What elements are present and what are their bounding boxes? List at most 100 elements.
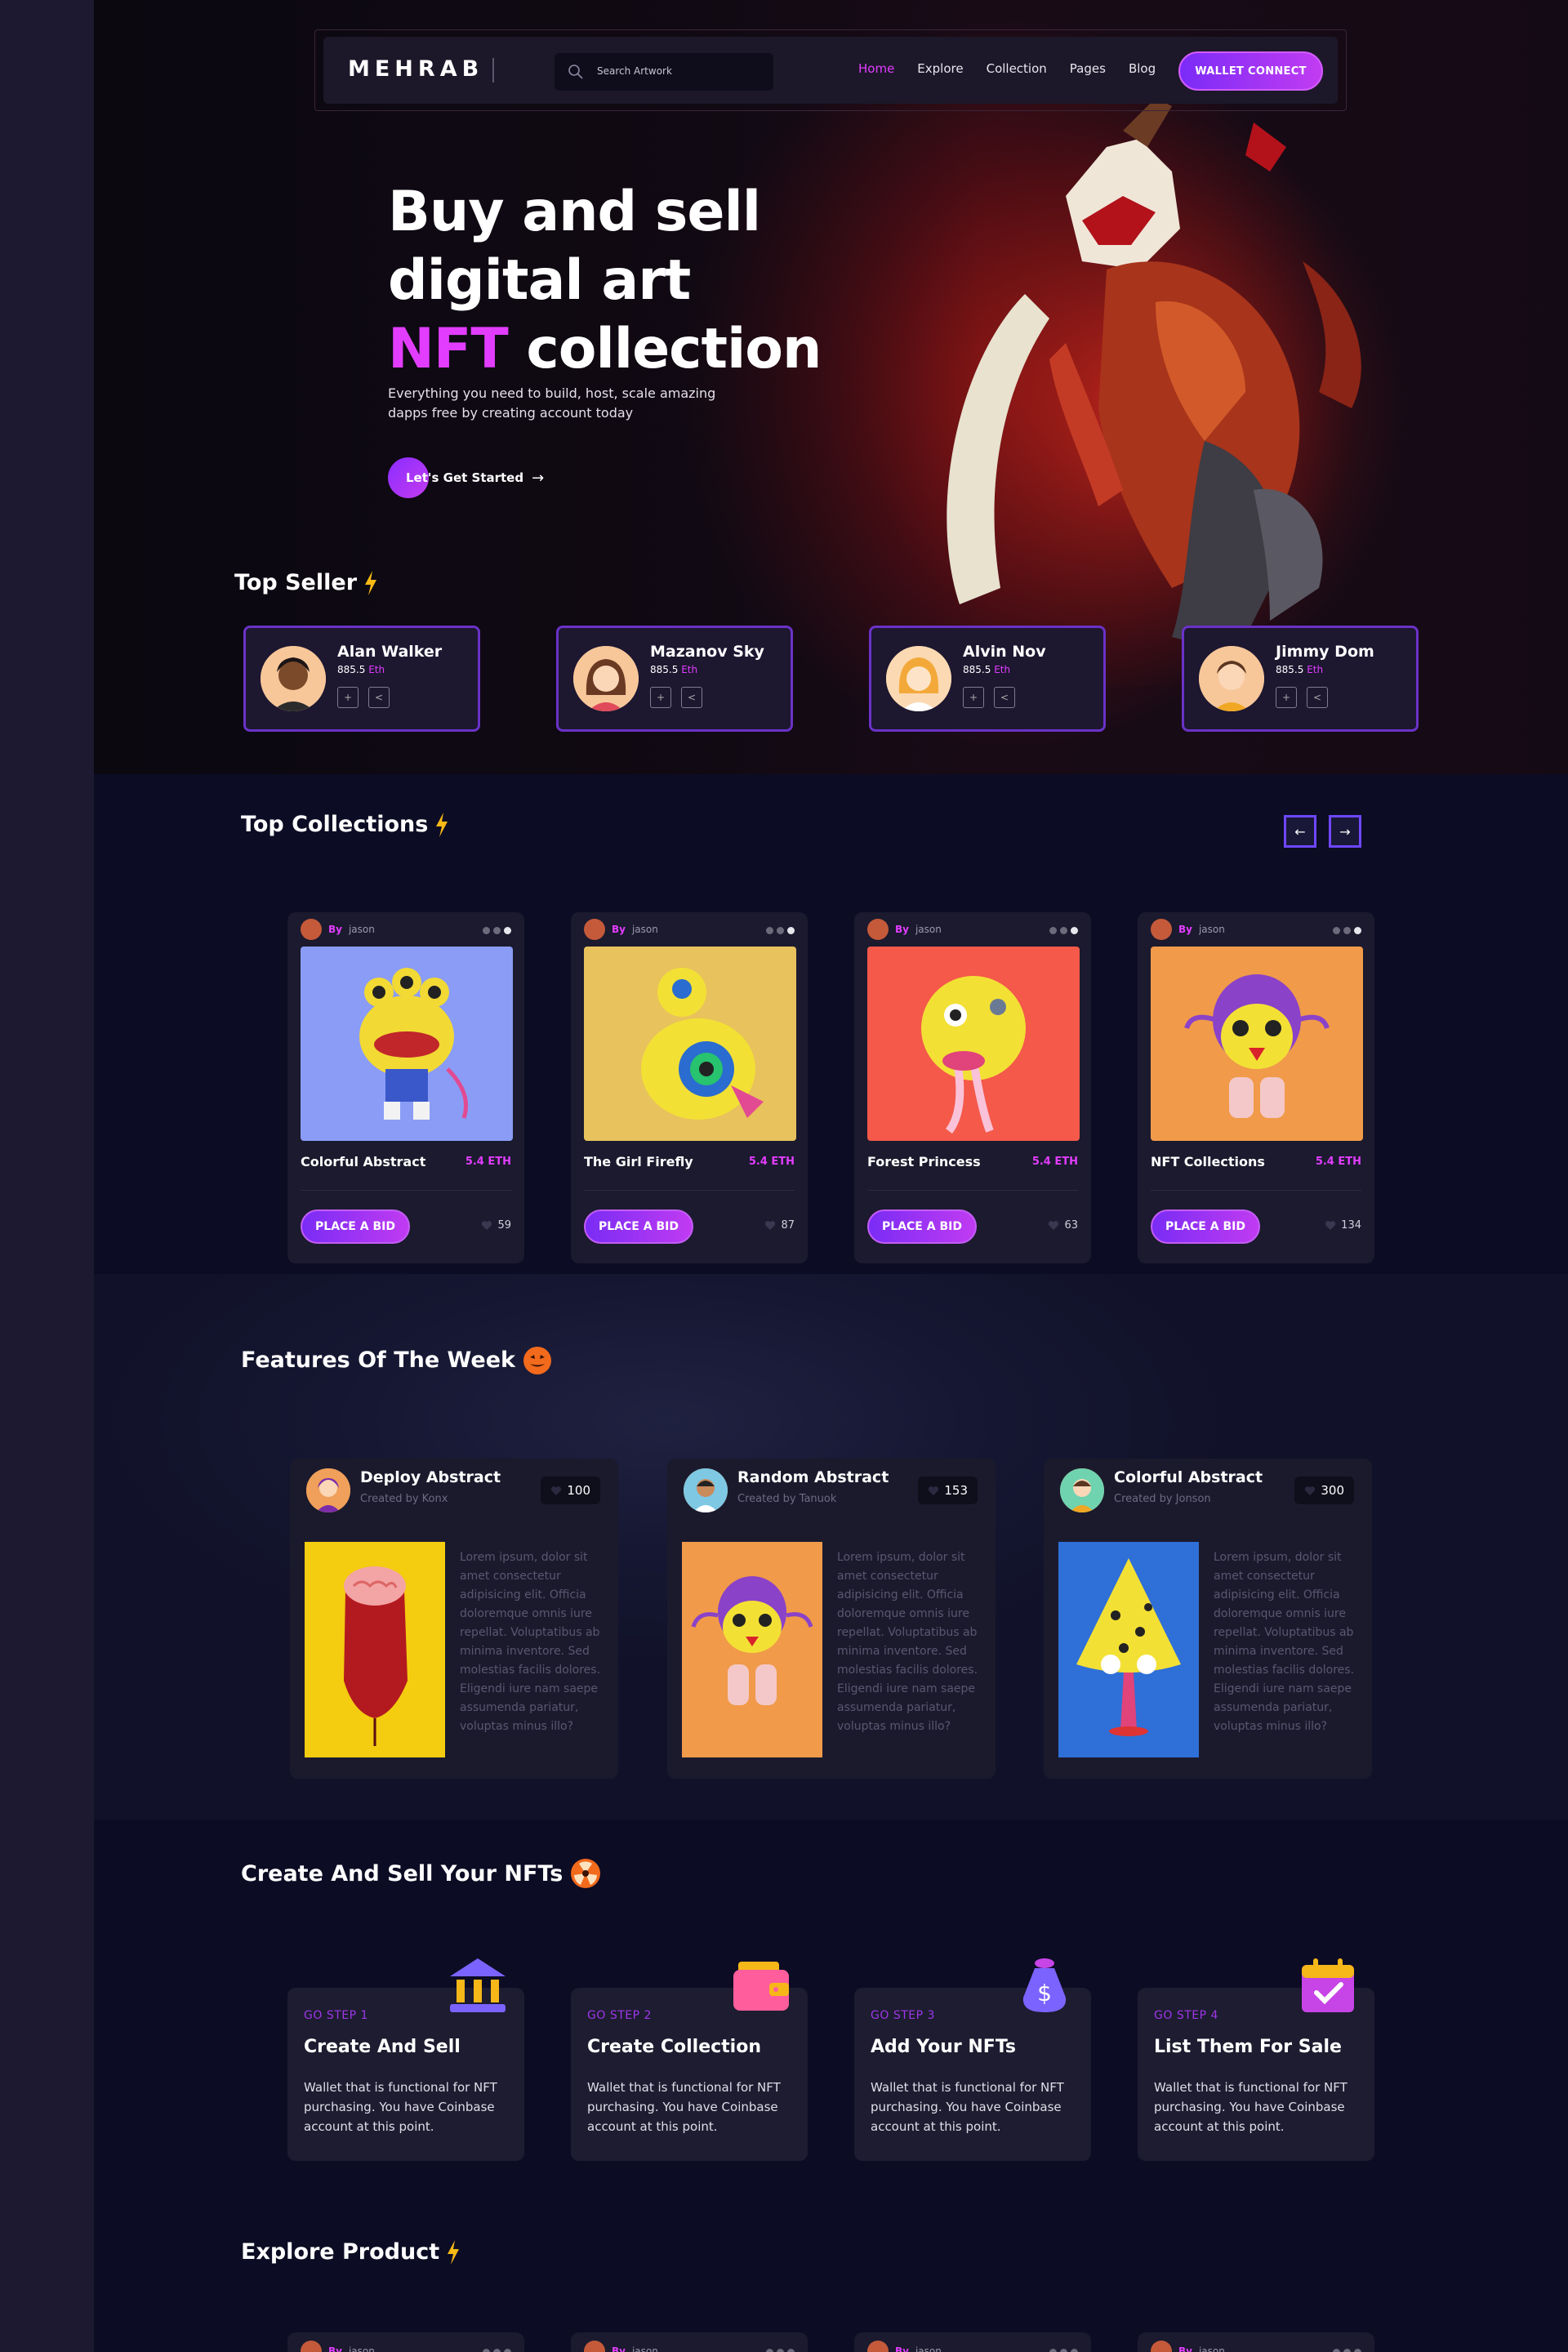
seller-avatar: [261, 646, 326, 711]
feature-likes[interactable]: 100: [541, 1477, 600, 1504]
heart-icon: [1325, 1221, 1336, 1230]
add-icon[interactable]: +: [650, 687, 671, 708]
share-icon[interactable]: <: [1307, 687, 1328, 708]
author-name[interactable]: jason: [349, 2345, 375, 2352]
step-number: GO STEP 2: [587, 2009, 652, 2022]
author-name[interactable]: jason: [915, 924, 942, 935]
add-icon[interactable]: +: [1276, 687, 1297, 708]
carousel-prev-button[interactable]: ←: [1284, 815, 1316, 848]
author-name[interactable]: jason: [1199, 924, 1225, 935]
place-bid-button[interactable]: PLACE A BID: [1151, 1209, 1260, 1244]
wallet-connect-button[interactable]: WALLET CONNECT: [1178, 51, 1323, 91]
feature-card[interactable]: Deploy Abstract Created by Konx 100 Lore…: [290, 1459, 618, 1779]
lightning-icon: [448, 2239, 460, 2265]
add-icon[interactable]: +: [963, 687, 984, 708]
search-box[interactable]: Search Artwork: [555, 53, 773, 91]
create-sell-heading: Create And Sell Your NFTs: [241, 1857, 602, 1890]
search-placeholder[interactable]: Search Artwork: [597, 65, 672, 77]
feature-card[interactable]: Colorful Abstract Created by Jonson 300 …: [1044, 1459, 1372, 1779]
by-label: By: [1178, 924, 1192, 935]
calendar-check-icon: [1302, 1958, 1354, 2012]
nav-link-blog[interactable]: Blog: [1129, 61, 1156, 76]
explore-card[interactable]: By jason: [571, 2332, 808, 2352]
more-options-icon[interactable]: [1333, 927, 1361, 934]
seller-card[interactable]: Alan Walker 885.5 Eth + <: [243, 626, 480, 732]
feature-image: [682, 1542, 822, 1757]
step-number: GO STEP 1: [304, 2009, 368, 2022]
heart-icon: [765, 1221, 776, 1230]
step-card[interactable]: $ GO STEP 3 Add Your NFTs Wallet that is…: [854, 1958, 1091, 2161]
nft-title[interactable]: The Girl Firefly: [584, 1154, 693, 1169]
nft-image: [301, 947, 513, 1141]
nav-link-pages[interactable]: Pages: [1070, 61, 1106, 76]
more-options-icon[interactable]: [1049, 927, 1078, 934]
author-name[interactable]: jason: [915, 2345, 942, 2352]
feature-title[interactable]: Colorful Abstract: [1114, 1468, 1263, 1486]
seller-card[interactable]: Alvin Nov 885.5 Eth + <: [869, 626, 1106, 732]
collection-card[interactable]: By jason Forest Princess 5.4 ETH PLACE A …: [854, 912, 1091, 1263]
seller-card[interactable]: Mazanov Sky 885.5 Eth + <: [556, 626, 793, 732]
site-logo[interactable]: MEHRAB: [348, 56, 483, 82]
cta-label: Let's Get Started: [406, 470, 524, 485]
card-author: By jason: [584, 2341, 658, 2352]
explore-card[interactable]: By jason: [1138, 2332, 1374, 2352]
more-options-icon[interactable]: [1049, 2349, 1078, 2352]
nft-title[interactable]: Colorful Abstract: [301, 1154, 425, 1169]
nav-link-home[interactable]: Home: [858, 61, 894, 76]
more-options-icon[interactable]: [483, 2349, 511, 2352]
step-card[interactable]: GO STEP 2 Create Collection Wallet that …: [571, 1962, 808, 2161]
add-icon[interactable]: +: [337, 687, 359, 708]
feature-likes[interactable]: 300: [1294, 1477, 1354, 1504]
like-count[interactable]: 134: [1325, 1219, 1361, 1232]
place-bid-button[interactable]: PLACE A BID: [584, 1209, 693, 1244]
nft-title[interactable]: NFT Collections: [1151, 1154, 1265, 1169]
place-bid-button[interactable]: PLACE A BID: [867, 1209, 977, 1244]
more-options-icon[interactable]: [766, 2349, 795, 2352]
collection-card[interactable]: By jason Colorful Abstract 5.4 ETH PLACE …: [287, 912, 524, 1263]
step-card[interactable]: GO STEP 4 List Them For Sale Wallet that…: [1138, 1958, 1374, 2161]
nav-links: Home Explore Collection Pages Blog: [858, 61, 1156, 76]
seller-card[interactable]: Jimmy Dom 885.5 Eth + <: [1182, 626, 1419, 732]
lightning-icon: [436, 812, 448, 837]
share-icon[interactable]: <: [994, 687, 1015, 708]
author-name[interactable]: jason: [1199, 2345, 1225, 2352]
collection-card[interactable]: By jason The Girl Firefly 5.4 ETH PLACE A…: [571, 912, 808, 1263]
more-options-icon[interactable]: [483, 927, 511, 934]
like-count[interactable]: 87: [764, 1219, 795, 1232]
hero-title-line-3: NFT collection: [388, 315, 822, 384]
share-icon[interactable]: <: [681, 687, 702, 708]
author-name[interactable]: jason: [632, 924, 658, 935]
nav-link-explore[interactable]: Explore: [917, 61, 963, 76]
more-options-icon[interactable]: [1333, 2349, 1361, 2352]
feature-title[interactable]: Random Abstract: [737, 1468, 889, 1486]
share-icon[interactable]: <: [368, 687, 390, 708]
place-bid-button[interactable]: PLACE A BID: [301, 1209, 410, 1244]
nft-title[interactable]: Forest Princess: [867, 1154, 981, 1169]
hero-title: Buy and sell digital art NFT collection: [388, 178, 822, 384]
carousel-next-button[interactable]: →: [1329, 815, 1361, 848]
like-count[interactable]: 59: [481, 1219, 511, 1232]
feature-likes[interactable]: 153: [918, 1477, 978, 1504]
author-name[interactable]: jason: [632, 2345, 658, 2352]
nft-image: [584, 947, 796, 1141]
card-divider: [867, 1190, 1078, 1191]
feature-image: [1058, 1542, 1199, 1757]
step-number: GO STEP 3: [871, 2009, 935, 2022]
nav-link-collection[interactable]: Collection: [987, 61, 1047, 76]
more-options-icon[interactable]: [766, 927, 795, 934]
like-count[interactable]: 63: [1048, 1219, 1078, 1232]
collection-card[interactable]: By jason NFT Collections 5.4 ETH PLACE A …: [1138, 912, 1374, 1263]
step-card[interactable]: GO STEP 1 Create And Sell Wallet that is…: [287, 1958, 524, 2161]
navbar-frame: MEHRAB Search Artwork Home Explore Colle…: [314, 29, 1347, 111]
by-label: By: [328, 924, 342, 935]
seller-name: Alan Walker: [337, 643, 443, 661]
feature-card[interactable]: Random Abstract Created by Tanuok 153 Lo…: [667, 1459, 996, 1779]
explore-card[interactable]: By jason: [287, 2332, 524, 2352]
author-name[interactable]: jason: [349, 924, 375, 935]
feature-title[interactable]: Deploy Abstract: [360, 1468, 501, 1486]
get-started-button[interactable]: Let's Get Started →: [388, 457, 544, 498]
card-divider: [584, 1190, 795, 1191]
explore-card[interactable]: By jason: [854, 2332, 1091, 2352]
pumpkin-icon: [523, 1347, 551, 1374]
seller-price-unit: Eth: [681, 664, 698, 675]
